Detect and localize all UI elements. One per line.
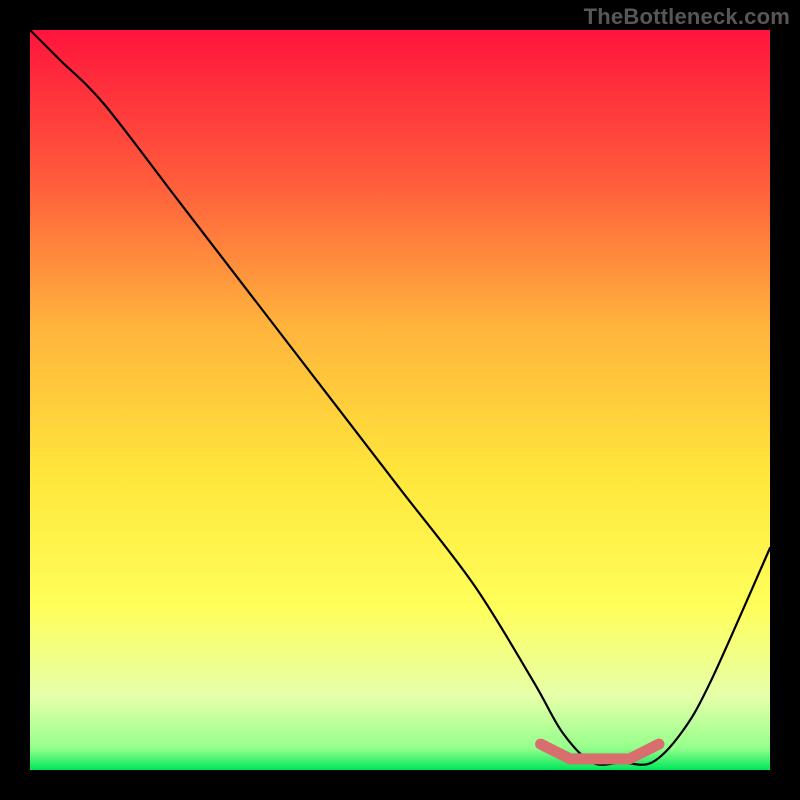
gradient-background	[30, 30, 770, 770]
bottleneck-chart	[30, 30, 770, 770]
watermark-text: TheBottleneck.com	[584, 4, 790, 30]
